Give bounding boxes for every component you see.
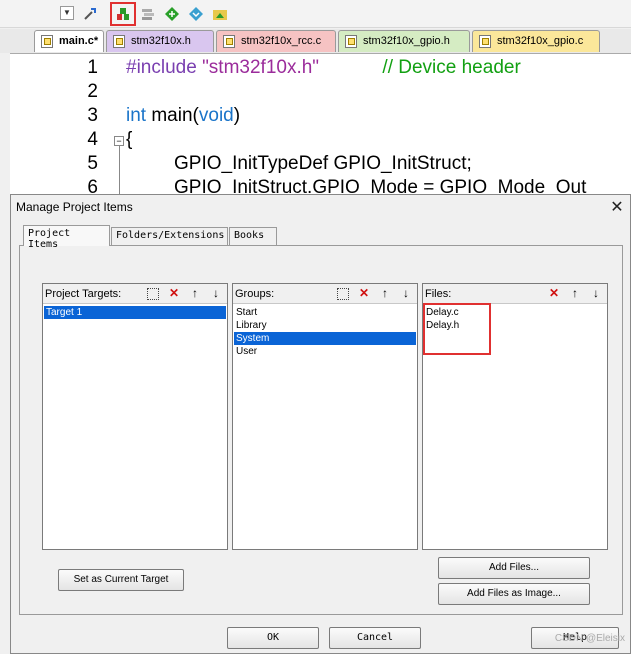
code-line-1: #include "stm32f10x.h" // Device header [126, 57, 521, 78]
tab-folders-extensions[interactable]: Folders/Extensions [111, 227, 228, 245]
groups-label: Groups: [235, 288, 275, 300]
tab-project-items[interactable]: Project Items [23, 225, 110, 250]
build-tools-icon[interactable] [80, 4, 100, 24]
tab-stm32f10x-gpio-c[interactable]: stm32f10x_gpio.c [472, 30, 600, 52]
manage-project-items-icon[interactable] [110, 2, 136, 26]
line-number: 6 [87, 177, 98, 194]
close-icon[interactable]: ✕ [608, 197, 626, 217]
listbox-header: Files: ✕ ↑ ↓ [423, 284, 607, 304]
delete-icon[interactable]: ✕ [355, 286, 373, 302]
file-icon [113, 35, 125, 48]
add-files-as-image-button[interactable]: Add Files as Image... [438, 583, 590, 605]
delete-icon[interactable]: ✕ [545, 286, 563, 302]
move-down-icon[interactable]: ↓ [397, 286, 415, 302]
editor-tab-strip: main.c* stm32f10x.h stm32f10x_rcc.c stm3… [0, 29, 631, 53]
tab-main-c[interactable]: main.c* [34, 30, 104, 52]
set-as-current-target-button[interactable]: Set as Current Target [58, 569, 184, 591]
code-editor[interactable]: 1 2 3 4 5 6 − #include "stm32f10x.h" // … [10, 53, 631, 194]
list-item-start[interactable]: Start [234, 306, 416, 319]
fold-toggle-icon[interactable]: − [114, 136, 124, 146]
project-targets-label: Project Targets: [45, 288, 122, 300]
tab-label: stm32f10x.h [131, 35, 191, 47]
code-line-6: GPIO_InitStruct.GPIO_Mode = GPIO_Mode_Ou… [174, 177, 587, 194]
listbox-header: Groups: ✕ ↑ ↓ [233, 284, 417, 304]
ok-button[interactable]: OK [227, 627, 319, 649]
tab-label: stm32f10x_gpio.c [497, 35, 584, 47]
move-up-icon[interactable]: ↑ [186, 286, 204, 302]
list-item-library[interactable]: Library [234, 319, 416, 332]
diamond-green-icon[interactable] [162, 4, 182, 24]
tab-label: stm32f10x_rcc.c [241, 35, 322, 47]
move-down-icon[interactable]: ↓ [207, 286, 225, 302]
line-number: 1 [87, 57, 98, 78]
diamond-blue-icon[interactable] [186, 4, 206, 24]
tab-stm32f10x-h[interactable]: stm32f10x.h [106, 30, 214, 52]
folder-image-icon[interactable] [210, 4, 230, 24]
tab-label: stm32f10x_gpio.h [363, 35, 450, 47]
cancel-button[interactable]: Cancel [329, 627, 421, 649]
list-item-user[interactable]: User [234, 345, 416, 358]
move-up-icon[interactable]: ↑ [566, 286, 584, 302]
chevron-down-icon[interactable]: ▼ [60, 6, 74, 20]
code-line-3: int main(void) [126, 105, 241, 126]
toolbar: ▼ [0, 0, 631, 28]
code-line-5: GPIO_InitTypeDef GPIO_InitStruct; [174, 153, 472, 174]
list-item-target-1[interactable]: Target 1 [44, 306, 226, 319]
new-icon[interactable] [337, 288, 349, 300]
tab-stm32f10x-gpio-h[interactable]: stm32f10x_gpio.h [338, 30, 470, 52]
delete-icon[interactable]: ✕ [165, 286, 183, 302]
tab-label: main.c* [59, 35, 99, 47]
line-number: 4 [87, 129, 98, 150]
move-down-icon[interactable]: ↓ [587, 286, 605, 302]
new-icon[interactable] [147, 288, 159, 300]
fold-line [119, 146, 120, 194]
line-number-gutter: 1 2 3 4 5 6 [10, 54, 112, 194]
list-item-system[interactable]: System [234, 332, 416, 345]
manage-project-items-dialog: Manage Project Items ✕ Project Items Fol… [10, 194, 631, 654]
annotation-highlight [423, 303, 491, 355]
stack-icon[interactable] [138, 4, 158, 24]
code-line-4: { [126, 129, 133, 150]
file-icon [345, 35, 357, 48]
tab-stm32f10x-rcc-c[interactable]: stm32f10x_rcc.c [216, 30, 336, 52]
line-number: 3 [87, 105, 98, 126]
line-number: 5 [87, 153, 98, 174]
tab-books[interactable]: Books [229, 227, 277, 245]
dialog-title: Manage Project Items [16, 200, 133, 214]
file-icon [479, 35, 491, 48]
file-icon [223, 35, 235, 48]
file-icon [41, 35, 53, 48]
move-up-icon[interactable]: ↑ [376, 286, 394, 302]
project-targets-listbox: Project Targets: ✕ ↑ ↓ Target 1 [42, 283, 228, 550]
watermark: CSDN @Eleisix [554, 633, 625, 644]
line-number: 2 [87, 81, 98, 102]
listbox-header: Project Targets: ✕ ↑ ↓ [43, 284, 227, 304]
files-label: Files: [425, 288, 452, 300]
add-files-button[interactable]: Add Files... [438, 557, 590, 579]
groups-listbox: Groups: ✕ ↑ ↓ Start Library System User [232, 283, 418, 550]
